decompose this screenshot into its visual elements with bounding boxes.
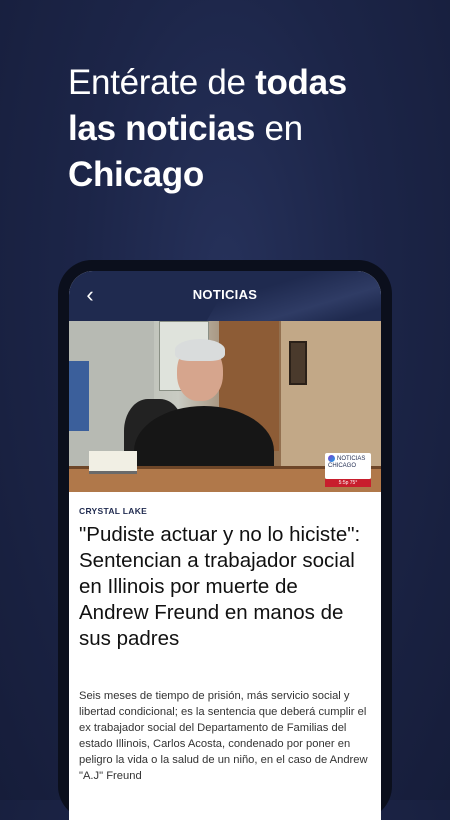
promo-bold-text: todas	[255, 63, 347, 102]
promo-headline: Entérate de todas las noticias en Chicag…	[68, 60, 408, 198]
promo-line-1: Entérate de todas	[68, 60, 408, 106]
article-kicker[interactable]: CRYSTAL LAKE	[79, 506, 371, 516]
image-papers	[89, 451, 137, 474]
promo-bold-text: las noticias	[68, 109, 256, 148]
phone-screen: ‹ NOTICIAS NOTICIAS CHICAGO 5:5p 75° CRY…	[69, 271, 381, 820]
logo-text: NOTICIAS	[337, 456, 366, 463]
promo-bold-text: Chicago	[68, 155, 204, 194]
promo-text: en	[255, 109, 303, 148]
noticias-chicago-logo: NOTICIAS CHICAGO	[325, 453, 371, 479]
logo-time-strip: 5:5p 75°	[325, 479, 371, 487]
app-bar: ‹ NOTICIAS	[69, 271, 381, 321]
image-sign	[69, 361, 89, 431]
logo-subtext: CHICAGO	[328, 463, 357, 470]
article-body: Seis meses de tiempo de prisión, más ser…	[79, 690, 368, 782]
image-judge-hair	[175, 339, 225, 361]
article-content: CRYSTAL LAKE "Pudiste actuar y no lo hic…	[69, 492, 381, 784]
univision-logo-icon	[328, 455, 335, 462]
article-headline: "Pudiste actuar y no lo hiciste": Senten…	[79, 523, 361, 650]
promo-text: Entérate de	[68, 63, 256, 102]
image-frame	[289, 341, 307, 385]
article-hero-image[interactable]: NOTICIAS CHICAGO 5:5p 75°	[69, 321, 381, 492]
promo-line-2: las noticias en	[68, 106, 408, 152]
app-bar-title: NOTICIAS	[192, 287, 258, 302]
phone-mockup: ‹ NOTICIAS NOTICIAS CHICAGO 5:5p 75° CRY…	[58, 260, 392, 820]
promo-line-3: Chicago	[68, 152, 408, 198]
